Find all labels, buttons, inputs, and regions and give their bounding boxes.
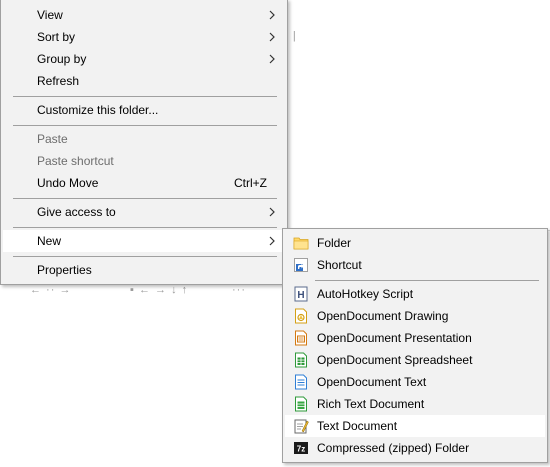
svg-text:7z: 7z xyxy=(297,445,305,454)
menu-separator xyxy=(13,96,277,97)
text-document-icon xyxy=(294,419,309,434)
menu-item-new[interactable]: New xyxy=(3,230,285,252)
menu-separator xyxy=(13,256,277,257)
submenu-item-opendocument-drawing[interactable]: OpenDocument Drawing xyxy=(285,305,545,327)
submenu-item-label: OpenDocument Presentation xyxy=(317,331,472,345)
submenu-item-label: Shortcut xyxy=(317,258,362,272)
menu-item-paste-shortcut: Paste shortcut xyxy=(3,150,285,172)
background-fragment: ··· xyxy=(232,284,246,296)
submenu-item-shortcut[interactable]: Shortcut xyxy=(285,254,545,276)
menu-separator xyxy=(13,198,277,199)
zip-icon: 7z xyxy=(294,442,308,454)
menu-item-properties[interactable]: Properties xyxy=(3,259,285,281)
odg-icon xyxy=(295,308,307,324)
submenu-item-label: Folder xyxy=(317,236,352,250)
menu-item-label: Group by xyxy=(37,52,87,66)
menu-item-label: New xyxy=(37,234,62,248)
submenu-item-text-document[interactable]: Text Document xyxy=(285,415,545,437)
menu-separator xyxy=(13,227,277,228)
odt-icon xyxy=(295,374,307,390)
menu-item-customize-folder[interactable]: Customize this folder... xyxy=(3,99,285,121)
submenu-item-opendocument-presentation[interactable]: OpenDocument Presentation xyxy=(285,327,545,349)
chevron-right-icon xyxy=(269,207,275,217)
menu-item-label: Give access to xyxy=(37,205,116,219)
submenu-item-folder[interactable]: Folder xyxy=(285,232,545,254)
menu-item-label: Undo Move xyxy=(37,176,99,190)
chevron-right-icon xyxy=(269,54,275,64)
submenu-item-label: OpenDocument Drawing xyxy=(317,309,449,323)
folder-icon xyxy=(293,237,309,250)
menu-item-label: Refresh xyxy=(37,74,80,88)
menu-item-undo-move[interactable]: Undo Move Ctrl+Z xyxy=(3,172,285,194)
menu-item-label: Paste xyxy=(37,132,68,146)
menu-item-label: View xyxy=(37,8,63,22)
background-fragment: ▪ ← → ↓ ↑ xyxy=(130,284,189,296)
menu-item-label: Properties xyxy=(37,263,92,277)
menu-item-label: Sort by xyxy=(37,30,76,44)
menu-item-refresh[interactable]: Refresh xyxy=(3,70,285,92)
submenu-item-label: Compressed (zipped) Folder xyxy=(317,441,470,455)
shortcut-icon xyxy=(294,258,308,272)
new-submenu: Folder Shortcut H AutoHotkey Script Open… xyxy=(282,228,548,463)
odp-icon xyxy=(295,330,307,346)
chevron-right-icon xyxy=(269,32,275,42)
chevron-right-icon xyxy=(269,10,275,20)
submenu-item-label: Text Document xyxy=(317,419,398,433)
chevron-right-icon xyxy=(269,236,275,246)
menu-item-group-by[interactable]: Group by xyxy=(3,48,285,70)
submenu-item-opendocument-spreadsheet[interactable]: OpenDocument Spreadsheet xyxy=(285,349,545,371)
menu-item-sort-by[interactable]: Sort by xyxy=(3,26,285,48)
background-fragment: ← ·· → xyxy=(30,284,72,296)
submenu-item-autohotkey-script[interactable]: H AutoHotkey Script xyxy=(285,283,545,305)
submenu-item-label: OpenDocument Spreadsheet xyxy=(317,353,473,367)
context-menu: View Sort by Group by Refresh Customize … xyxy=(0,0,288,285)
svg-text:H: H xyxy=(297,290,304,301)
menu-item-label: Paste shortcut xyxy=(37,154,114,168)
menu-item-view[interactable]: View xyxy=(3,4,285,26)
submenu-item-opendocument-text[interactable]: OpenDocument Text xyxy=(285,371,545,393)
submenu-item-label: Rich Text Document xyxy=(317,397,425,411)
submenu-separator xyxy=(315,280,539,281)
menu-item-give-access-to[interactable]: Give access to xyxy=(3,201,285,223)
menu-item-label: Customize this folder... xyxy=(37,103,159,117)
shortcut-key-label: Ctrl+Z xyxy=(234,176,267,190)
submenu-item-label: OpenDocument Text xyxy=(317,375,427,389)
rtf-icon xyxy=(295,396,307,412)
ods-icon xyxy=(295,352,307,368)
submenu-item-rich-text-document[interactable]: Rich Text Document xyxy=(285,393,545,415)
submenu-item-label: AutoHotkey Script xyxy=(317,287,414,301)
submenu-item-compressed-folder[interactable]: 7z Compressed (zipped) Folder xyxy=(285,437,545,459)
autohotkey-icon: H xyxy=(294,286,308,302)
menu-item-paste: Paste xyxy=(3,128,285,150)
menu-separator xyxy=(13,125,277,126)
